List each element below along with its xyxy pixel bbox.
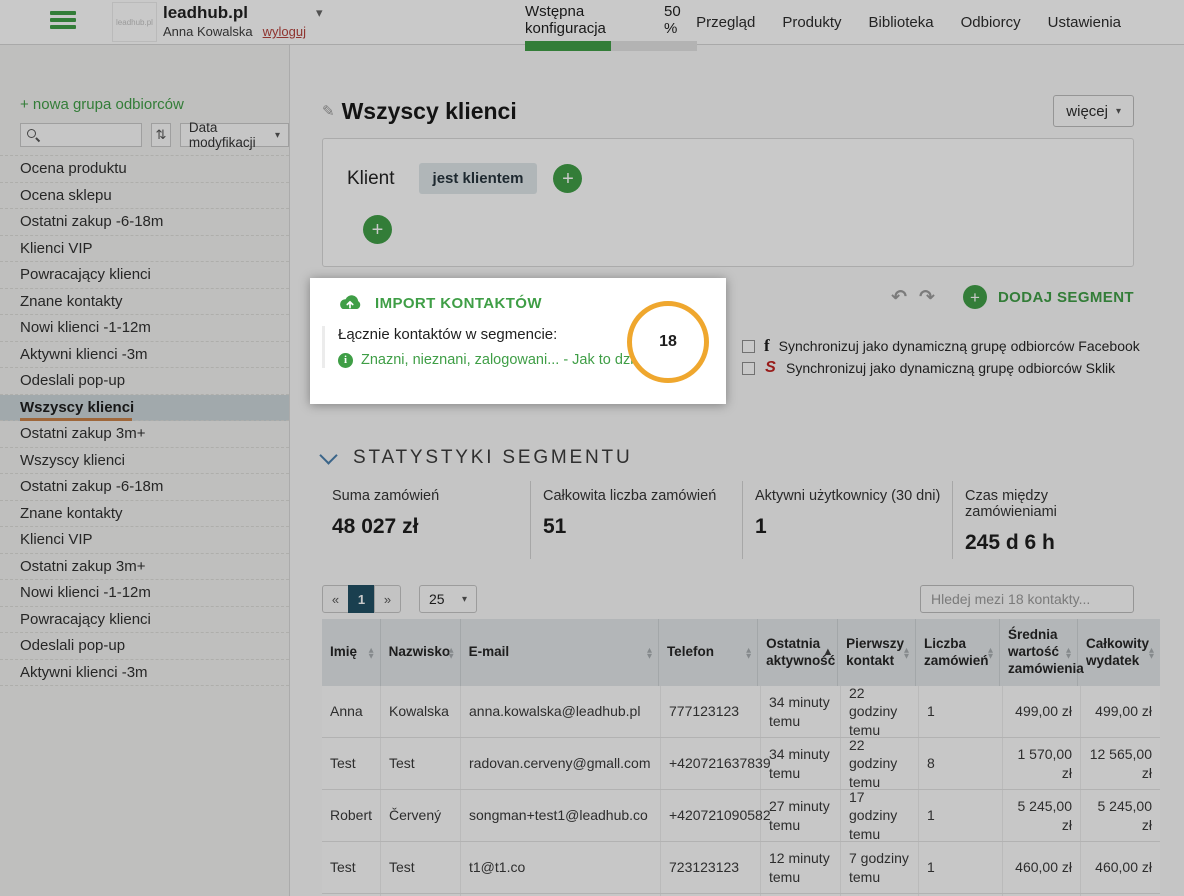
- info-icon: i: [338, 352, 353, 368]
- cloud-upload-icon: [337, 293, 363, 313]
- app-window: leadhub.pl leadhub.pl Anna Kowalska wylog…: [0, 0, 1184, 896]
- how-it-works-link[interactable]: Znazni, nieznani, zalogowani... - Jak to…: [361, 352, 661, 368]
- import-contacts-popup: IMPORT KONTAKTÓW Łącznie kontaktów w seg…: [310, 278, 726, 404]
- dim-overlay: [0, 0, 1184, 896]
- contact-count-badge: 18: [627, 301, 709, 383]
- import-contacts-link[interactable]: IMPORT KONTAKTÓW: [375, 295, 542, 312]
